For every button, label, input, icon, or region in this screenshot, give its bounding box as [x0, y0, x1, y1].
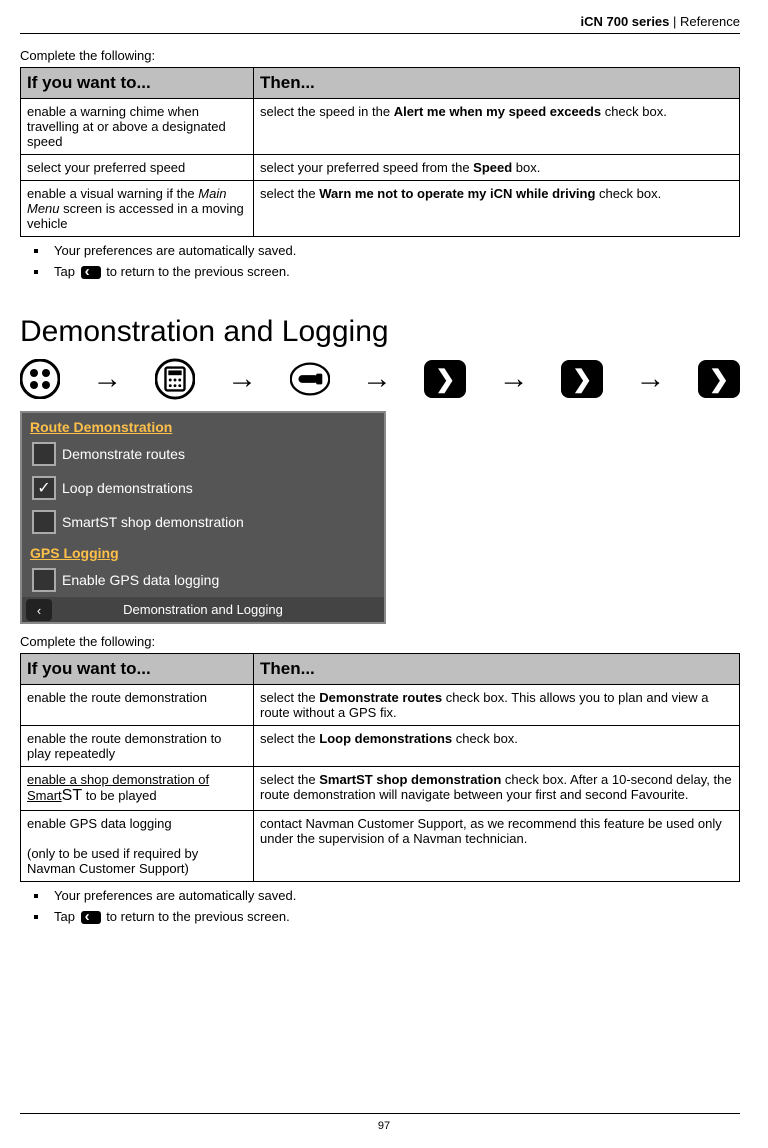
chevron-right-icon: ❯	[561, 360, 603, 398]
table-2: If you want to... Then... enable the rou…	[20, 653, 740, 882]
chevron-right-icon: ❯	[698, 360, 740, 398]
header-sep: |	[669, 14, 680, 29]
bullet-icon	[34, 915, 38, 919]
table-row: enable the route demonstration to play r…	[21, 726, 740, 767]
back-icon	[81, 911, 101, 924]
bullet-icon	[34, 249, 38, 253]
table-row: enable a visual warning if the Main Menu…	[21, 181, 740, 237]
header-row: iCN 700 series | Reference	[20, 10, 740, 31]
table2-header-1: If you want to...	[21, 654, 254, 685]
header-text: iCN 700 series | Reference	[581, 14, 741, 29]
bullet-list-2: Your preferences are automatically saved…	[34, 888, 740, 924]
header-rule	[20, 33, 740, 34]
tools-icon	[290, 359, 330, 399]
screen-option-label: Loop demonstrations	[62, 480, 193, 496]
list-item: Tap to return to the previous screen.	[34, 909, 740, 924]
checkbox-checked-icon: ✓	[32, 476, 56, 500]
chevron-right-icon: ❯	[424, 360, 466, 398]
table1-r2-c1: enable a visual warning if the Main Menu…	[21, 181, 254, 237]
table-row: enable the route demonstration select th…	[21, 685, 740, 726]
screen-option-row: SmartST shop demonstration	[22, 505, 384, 539]
footer-rule	[20, 1113, 740, 1114]
table1-header-1: If you want to...	[21, 68, 254, 99]
table-row: select your preferred speed select your …	[21, 155, 740, 181]
checkbox-icon	[32, 442, 56, 466]
navigation-path: → → → ❯ → ❯ → ❯	[20, 359, 740, 399]
screen-footer-label: Demonstration and Logging	[123, 602, 283, 617]
screen-section-title: GPS Logging	[22, 539, 384, 563]
bullet-text: Tap	[54, 264, 79, 279]
table2-r1-c2: select the Loop demonstrations check box…	[254, 726, 740, 767]
arrow-icon: →	[92, 362, 122, 396]
checkbox-icon	[32, 510, 56, 534]
table1-r0-c2: select the speed in the Alert me when my…	[254, 99, 740, 155]
table2-r3-c1: enable GPS data logging(only to be used …	[21, 811, 254, 882]
table2-r0-c2: select the Demonstrate routes check box.…	[254, 685, 740, 726]
arrow-icon: →	[636, 362, 666, 396]
arrow-icon: →	[362, 362, 392, 396]
screen-option-row: Enable GPS data logging	[22, 563, 384, 597]
table-row: enable a warning chime when travelling a…	[21, 99, 740, 155]
table2-r3-c2: contact Navman Customer Support, as we r…	[254, 811, 740, 882]
bullet-icon	[34, 894, 38, 898]
bullet-text: to return to the previous screen.	[103, 909, 290, 924]
table2-r2-c2: select the SmartST shop demonstration ch…	[254, 767, 740, 811]
screen-footer: ‹ Demonstration and Logging	[22, 597, 384, 622]
list-item: Your preferences are automatically saved…	[34, 888, 740, 903]
table2-r0-c1: enable the route demonstration	[21, 685, 254, 726]
screen-option-label: Demonstrate routes	[62, 446, 185, 462]
menu-grid-icon	[20, 359, 60, 399]
table1-header-2: Then...	[254, 68, 740, 99]
table1-r0-c1: enable a warning chime when travelling a…	[21, 99, 254, 155]
table1-r1-c2: select your preferred speed from the Spe…	[254, 155, 740, 181]
smartst-logo-text: ST	[62, 787, 82, 804]
screen-section-title: Route Demonstration	[22, 413, 384, 437]
bullet-icon	[34, 270, 38, 274]
intro-text-1: Complete the following:	[20, 48, 740, 63]
table-row: enable GPS data logging(only to be used …	[21, 811, 740, 882]
page-footer: 97	[0, 1113, 768, 1132]
arrow-icon: →	[499, 362, 529, 396]
table-1: If you want to... Then... enable a warni…	[20, 67, 740, 237]
calculator-icon	[155, 359, 195, 399]
table1-r2-c2: select the Warn me not to operate my iCN…	[254, 181, 740, 237]
screen-option-label: SmartST shop demonstration	[62, 514, 244, 530]
header-section: Reference	[680, 14, 740, 29]
list-item: Tap to return to the previous screen.	[34, 264, 740, 279]
header-series: iCN 700 series	[581, 14, 670, 29]
section-heading: Demonstration and Logging	[20, 315, 740, 349]
bullet-text: Tap	[54, 909, 79, 924]
table2-header-2: Then...	[254, 654, 740, 685]
table2-r1-c1: enable the route demonstration to play r…	[21, 726, 254, 767]
bullet-list-1: Your preferences are automatically saved…	[34, 243, 740, 279]
table2-r2-c1: enable a shop demonstration of SmartST t…	[21, 767, 254, 811]
checkbox-icon	[32, 568, 56, 592]
back-icon	[81, 266, 101, 279]
screen-option-row: Demonstrate routes	[22, 437, 384, 471]
list-item: Your preferences are automatically saved…	[34, 243, 740, 258]
screen-option-row: ✓ Loop demonstrations	[22, 471, 384, 505]
back-icon: ‹	[26, 599, 52, 621]
device-screenshot: Route Demonstration Demonstrate routes ✓…	[20, 411, 386, 624]
page-number: 97	[378, 1120, 390, 1132]
arrow-icon: →	[227, 362, 257, 396]
table1-r1-c1: select your preferred speed	[21, 155, 254, 181]
bullet-text: to return to the previous screen.	[103, 264, 290, 279]
table-row: enable a shop demonstration of SmartST t…	[21, 767, 740, 811]
screen-option-label: Enable GPS data logging	[62, 572, 219, 588]
intro-text-2: Complete the following:	[20, 634, 740, 649]
bullet-text: Your preferences are automatically saved…	[54, 243, 296, 258]
bullet-text: Your preferences are automatically saved…	[54, 888, 296, 903]
